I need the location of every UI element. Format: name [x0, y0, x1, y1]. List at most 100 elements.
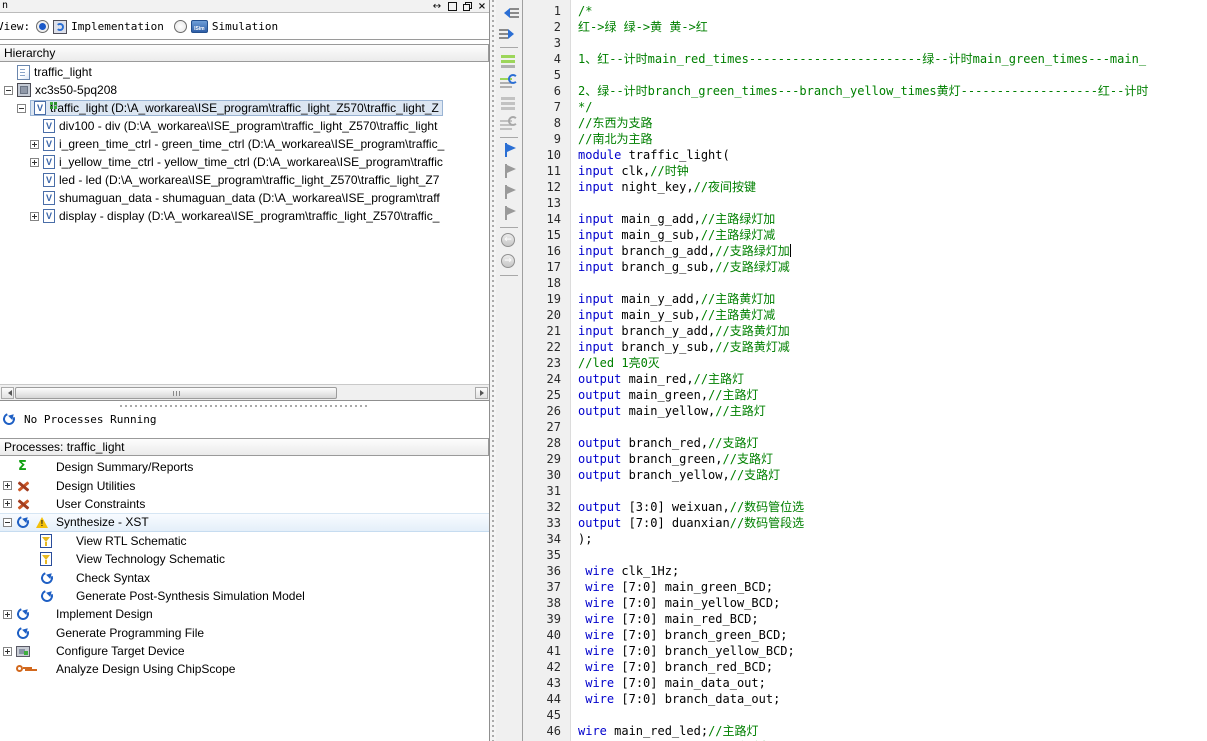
hierarchy-row[interactable]: traffic_light: [0, 63, 489, 81]
panel-close-button[interactable]: ×: [476, 1, 488, 12]
prev-highlight-button[interactable]: [499, 5, 519, 21]
sigma-icon: [16, 460, 30, 474]
panel-resize-button[interactable]: ↔: [431, 1, 443, 12]
process-row[interactable]: View RTL Schematic: [0, 532, 489, 550]
process-row-label: Implement Design: [56, 607, 153, 621]
code-line: 9//南北为主路: [523, 131, 1207, 147]
line-number: 35: [523, 547, 570, 563]
view-option-simulation[interactable]: Simulation: [174, 20, 278, 33]
process-row-label: Check Syntax: [76, 571, 150, 585]
line-number: 43: [523, 675, 570, 691]
hierarchy-row[interactable]: traffic_light (D:\A_workarea\ISE_program…: [0, 99, 489, 117]
code-line: 22input branch_y_sub,//支路黄灯减: [523, 339, 1207, 355]
expand-icon[interactable]: [30, 212, 39, 221]
selected-row-box: traffic_light (D:\A_workarea\ISE_program…: [30, 100, 443, 116]
process-status-icon: [2, 412, 17, 426]
hierarchy-header-label: Hierarchy: [4, 46, 55, 60]
code-line: 14input main_g_add,//主路绿灯加: [523, 211, 1207, 227]
line-number: 29: [523, 451, 570, 467]
code-line: 36 wire clk_1Hz;: [523, 563, 1207, 579]
expand-icon[interactable]: [3, 499, 12, 508]
hierarchy-row[interactable]: display - display (D:\A_workarea\ISE_pro…: [0, 207, 489, 225]
process-row[interactable]: Analyze Design Using ChipScope: [0, 660, 489, 678]
hierarchy-row[interactable]: shumaguan_data - shumaguan_data (D:\A_wo…: [0, 189, 489, 207]
code-line-text: wire [7:0] main_yellow_BCD;: [570, 595, 780, 611]
hierarchy-row[interactable]: div100 - div (D:\A_workarea\ISE_program\…: [0, 117, 489, 135]
code-line: 44 wire [7:0] branch_data_out;: [523, 691, 1207, 707]
process-row[interactable]: Generate Programming File: [0, 624, 489, 642]
panel-maximize-button[interactable]: [446, 1, 458, 12]
line-number: 33: [523, 515, 570, 531]
process-row[interactable]: Generate Post-Synthesis Simulation Model: [0, 587, 489, 605]
panel-float-button[interactable]: [461, 1, 473, 12]
simulation-label: Simulation: [212, 20, 278, 33]
green-lines-button[interactable]: [499, 53, 519, 69]
expand-icon[interactable]: [3, 647, 12, 656]
expand-icon[interactable]: [30, 140, 39, 149]
bookmark-prev-button[interactable]: [499, 185, 519, 201]
expand-icon[interactable]: [3, 481, 12, 490]
view-option-implementation[interactable]: Implementation: [36, 20, 164, 34]
hierarchy-row-label: i_green_time_ctrl - green_time_ctrl (D:\…: [59, 137, 444, 151]
scroll-right-button[interactable]: [475, 387, 488, 399]
nav-back-button[interactable]: [499, 233, 519, 249]
process-row[interactable]: Implement Design: [0, 605, 489, 623]
process-row[interactable]: Synthesize - XST: [0, 513, 489, 531]
green-undo-button[interactable]: [499, 74, 519, 90]
implementation-radio[interactable]: [36, 20, 49, 33]
bookmark-next-button[interactable]: [499, 164, 519, 180]
hscrollbar-thumb[interactable]: [15, 387, 337, 399]
code-editor[interactable]: 1/*2红->绿 绿->黄 黄->红341、红--计时main_red_time…: [523, 0, 1207, 741]
line-number: 2: [523, 19, 570, 35]
collapse-icon[interactable]: [3, 518, 12, 527]
bookmark-button[interactable]: [499, 143, 519, 159]
process-row-label: Analyze Design Using ChipScope: [56, 662, 235, 676]
expand-icon[interactable]: [3, 610, 12, 619]
code-line-text: wire [7:0] main_red_BCD;: [570, 611, 759, 627]
hierarchy-row[interactable]: i_green_time_ctrl - green_time_ctrl (D:\…: [0, 135, 489, 153]
process-status-row: No Processes Running: [0, 409, 156, 429]
code-line: 8//东西为支路: [523, 115, 1207, 131]
code-line: 34);: [523, 531, 1207, 547]
bookmark-clear-button[interactable]: [499, 206, 519, 222]
code-line-text: output main_green,//主路灯: [570, 387, 759, 403]
process-row[interactable]: Design Utilities: [0, 476, 489, 494]
line-number: 6: [523, 83, 570, 99]
chipscope-icon: [16, 663, 33, 675]
hierarchy-row[interactable]: xc3s50-5pq208: [0, 81, 489, 99]
process-row[interactable]: Design Summary/Reports: [0, 458, 489, 476]
code-line-text: //南北为主路: [570, 131, 652, 147]
collapse-icon[interactable]: [17, 104, 26, 113]
collapse-icon[interactable]: [4, 86, 13, 95]
hierarchy-row[interactable]: led - led (D:\A_workarea\ISE_program\tra…: [0, 171, 489, 189]
line-number: 24: [523, 371, 570, 387]
simulation-radio[interactable]: [174, 20, 187, 33]
expand-icon[interactable]: [30, 158, 39, 167]
code-line-text: output branch_red,//支路灯: [570, 435, 759, 451]
code-line: 16input branch_g_add,//支路绿灯加: [523, 243, 1207, 259]
process-row[interactable]: User Constraints: [0, 495, 489, 513]
line-number: 15: [523, 227, 570, 243]
toolbar-separator: [500, 137, 518, 138]
nav-forward-button[interactable]: [499, 254, 519, 270]
next-highlight-button[interactable]: [499, 26, 519, 42]
code-line: 20input main_y_sub,//主路黄灯减: [523, 307, 1207, 323]
line-number: 11: [523, 163, 570, 179]
code-line-text: wire [7:0] branch_red_BCD;: [570, 659, 773, 675]
process-row[interactable]: Check Syntax: [0, 568, 489, 586]
process-row[interactable]: View Technology Schematic: [0, 550, 489, 568]
line-number: 21: [523, 323, 570, 339]
process-row[interactable]: Configure Target Device: [0, 642, 489, 660]
code-line: 41 wire [7:0] branch_yellow_BCD;: [523, 643, 1207, 659]
isim-icon: [191, 20, 208, 33]
warning-icon: [35, 516, 49, 529]
scroll-left-button[interactable]: [1, 387, 14, 399]
code-line: 62、绿--计时branch_green_times---branch_yell…: [523, 83, 1207, 99]
gray-undo-button[interactable]: [499, 116, 519, 132]
line-number: 39: [523, 611, 570, 627]
tools-icon: [16, 497, 31, 511]
code-line-text: [570, 275, 578, 291]
gray-lines-button[interactable]: [499, 95, 519, 111]
line-number: 32: [523, 499, 570, 515]
hierarchy-row[interactable]: i_yellow_time_ctrl - yellow_time_ctrl (D…: [0, 153, 489, 171]
